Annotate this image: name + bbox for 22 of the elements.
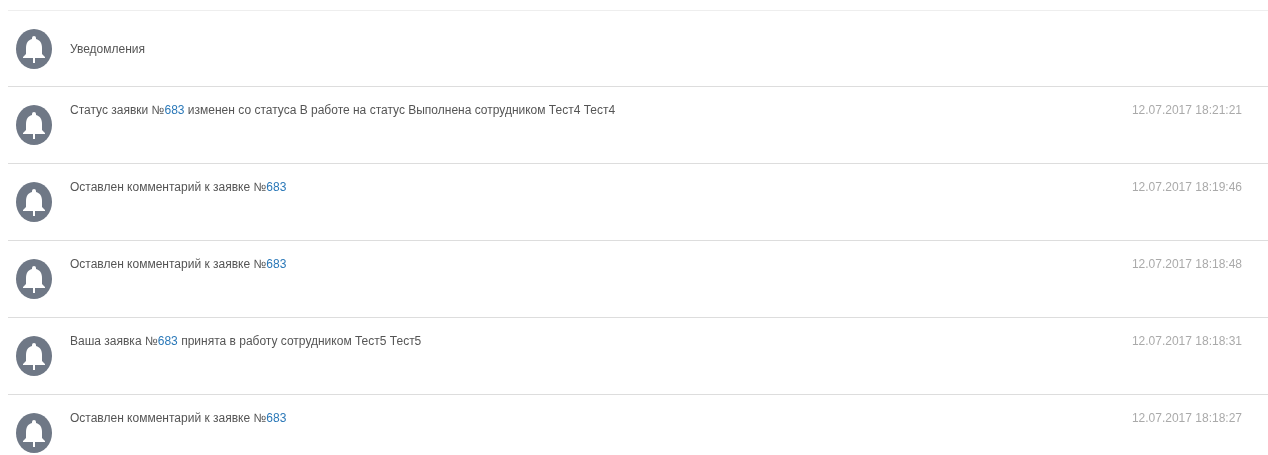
request-link[interactable]: 683 [266,180,287,194]
timestamp: 12.07.2017 18:18:48 [1131,257,1242,271]
notification-text: Оставлен комментарий к заявке №683 [70,411,288,425]
bell-icon [16,259,52,299]
bell-icon [16,182,52,222]
panel-title: Уведомления [70,41,146,56]
timestamp: 12.07.2017 18:18:27 [1131,411,1242,425]
notification-text: Ваша заявка №683 принята в работу сотрудником Тест5 Тест5 [70,334,423,348]
notification-text: Оставлен комментарий к заявке №683 [70,257,288,271]
bell-icon [16,105,52,145]
timestamp: 12.07.2017 18:18:31 [1131,334,1242,348]
request-link[interactable]: 683 [266,411,287,425]
timestamp: 12.07.2017 18:19:46 [1131,180,1242,194]
bell-icon [16,28,52,69]
timestamp: 12.07.2017 18:21:21 [1131,103,1242,117]
request-link[interactable]: 683 [157,334,178,348]
request-link[interactable]: 683 [266,257,287,271]
notification-text: Оставлен комментарий к заявке №683 [70,180,288,194]
request-link[interactable]: 683 [164,103,185,117]
bell-icon [16,413,52,453]
notification-text: Статус заявки №683 изменен со статуса В работе на статус Выполнена сотрудником Тест4 Тест4 [70,103,617,117]
bell-icon [16,336,52,376]
